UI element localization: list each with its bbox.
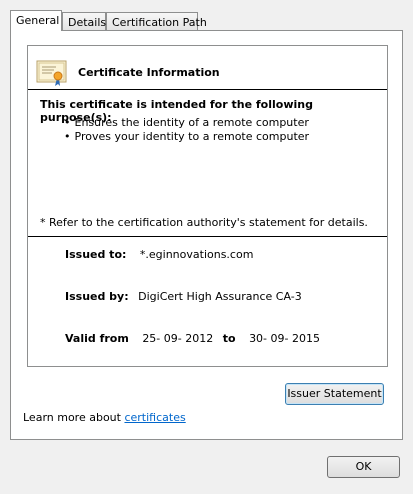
issued-by-label: Issued by: [65,290,129,303]
valid-to-value: 30- 09- 2015 [249,332,320,345]
learn-more-text: Learn more about certificates [23,411,186,424]
tab-general[interactable]: General [10,10,62,31]
issued-to-label: Issued to: [65,248,127,261]
ok-button[interactable]: OK [327,456,400,478]
divider [28,89,387,90]
issued-to-row: Issued to: *.eginnovations.com [65,248,253,261]
certificate-info-box: Certificate Information This certificate… [27,45,388,367]
purpose-item: Ensures the identity of a remote compute… [64,116,309,130]
learn-more-prefix: Learn more about [23,411,125,424]
divider [28,236,387,237]
valid-from-label: Valid from [65,332,129,345]
purpose-list: Ensures the identity of a remote compute… [64,116,310,144]
certificate-icon [36,60,67,86]
validity-row: Valid from 25- 09- 2012 to 30- 09- 2015 [65,332,320,345]
authority-note: * Refer to the certification authority's… [40,216,368,229]
tab-details[interactable]: Details [62,12,106,30]
tab-certification-path[interactable]: Certification Path [106,12,207,30]
issued-by-value: DigiCert High Assurance CA-3 [138,290,302,303]
certificate-info-title: Certificate Information [78,66,220,79]
valid-to-label: to [222,332,236,345]
purpose-item: Proves your identity to a remote compute… [64,130,310,144]
issued-by-row: Issued by: DigiCert High Assurance CA-3 [65,290,302,303]
general-panel: Certificate Information This certificate… [10,30,403,440]
issuer-statement-button[interactable]: Issuer Statement [285,383,384,405]
certificates-link[interactable]: certificates [124,411,185,424]
issued-to-value: *.eginnovations.com [139,248,254,261]
valid-from-value: 25- 09- 2012 [142,332,214,345]
